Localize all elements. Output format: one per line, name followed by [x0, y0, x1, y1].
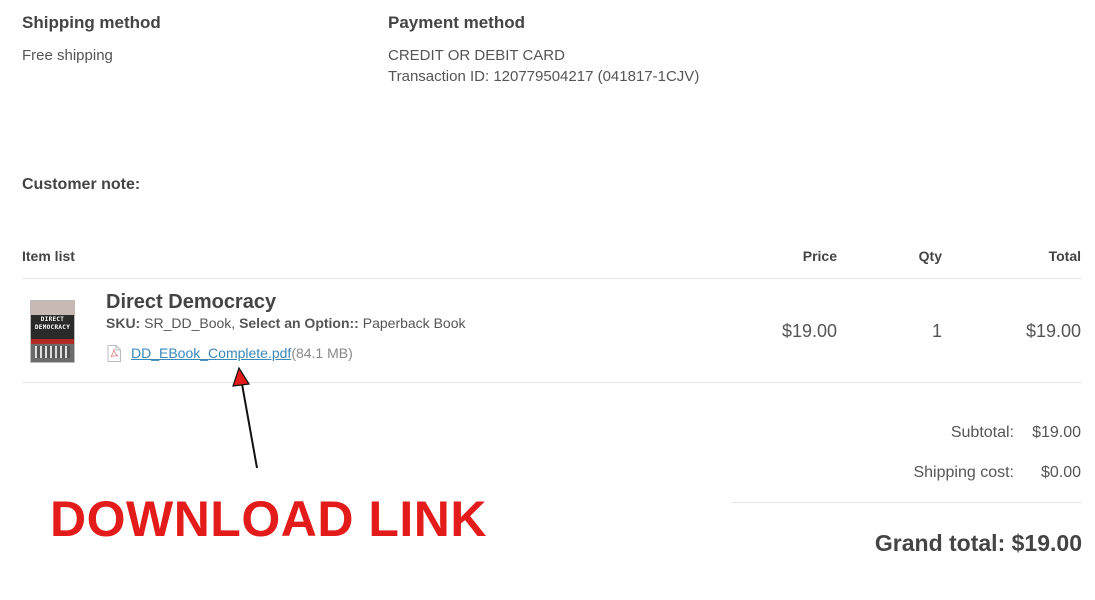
item-qty: 1	[931, 321, 942, 341]
download-link[interactable]: DD_EBook_Complete.pdf	[131, 345, 291, 361]
pdf-file-icon	[107, 345, 121, 362]
annotation-arrow-icon	[232, 366, 258, 469]
option-value: Paperback Book	[362, 315, 466, 331]
col-header-item: Item list	[22, 248, 75, 264]
sku-label: SKU:	[106, 315, 141, 331]
col-header-qty: Qty	[918, 248, 942, 264]
book-cover-title-line2: DEMOCRACY	[34, 324, 71, 331]
subtotal-value: $19.00	[1032, 424, 1081, 441]
customer-note-label: Customer note:	[22, 176, 141, 193]
book-cover-art	[35, 346, 70, 358]
transaction-id: Transaction ID: 120779504217 (041817-1CJ…	[388, 68, 700, 85]
file-size: (84.1 MB)	[291, 345, 353, 361]
item-price: $19.00	[781, 321, 837, 341]
table-header-divider	[22, 278, 1082, 279]
shipping-method-heading: Shipping method	[22, 13, 161, 32]
download-file: DD_EBook_Complete.pdf(84.1 MB)	[131, 345, 353, 363]
totals-divider	[732, 502, 1082, 503]
shipping-cost-value: $0.00	[1040, 464, 1081, 481]
table-row-divider	[22, 382, 1082, 383]
shipping-cost-label: Shipping cost:	[913, 464, 1014, 481]
item-total: $19.00	[1025, 321, 1081, 341]
subtotal-label: Subtotal:	[950, 424, 1014, 441]
grand-total-value: $19.00	[1011, 530, 1082, 556]
col-header-price: Price	[802, 248, 837, 264]
option-label: Select an Option::	[239, 315, 359, 331]
book-cover-title-line1: DIRECT	[40, 316, 65, 323]
col-header-total: Total	[1048, 248, 1081, 264]
grand-total: Grand total: $19.00	[782, 530, 1082, 557]
payment-method-heading: Payment method	[388, 13, 525, 32]
grand-total-label: Grand total:	[874, 530, 1006, 556]
product-meta: SKU: SR_DD_Book, Select an Option:: Pape…	[106, 315, 465, 331]
book-cover-thumbnail[interactable]: DIRECT DEMOCRACY	[30, 300, 75, 363]
sku-value: SR_DD_Book,	[144, 315, 236, 331]
download-link-annotation: DOWNLOAD LINK	[50, 491, 487, 547]
product-name[interactable]: Direct Democracy	[106, 291, 276, 314]
shipping-method-value: Free shipping	[22, 47, 113, 64]
payment-method-value: CREDIT OR DEBIT CARD	[388, 47, 565, 64]
